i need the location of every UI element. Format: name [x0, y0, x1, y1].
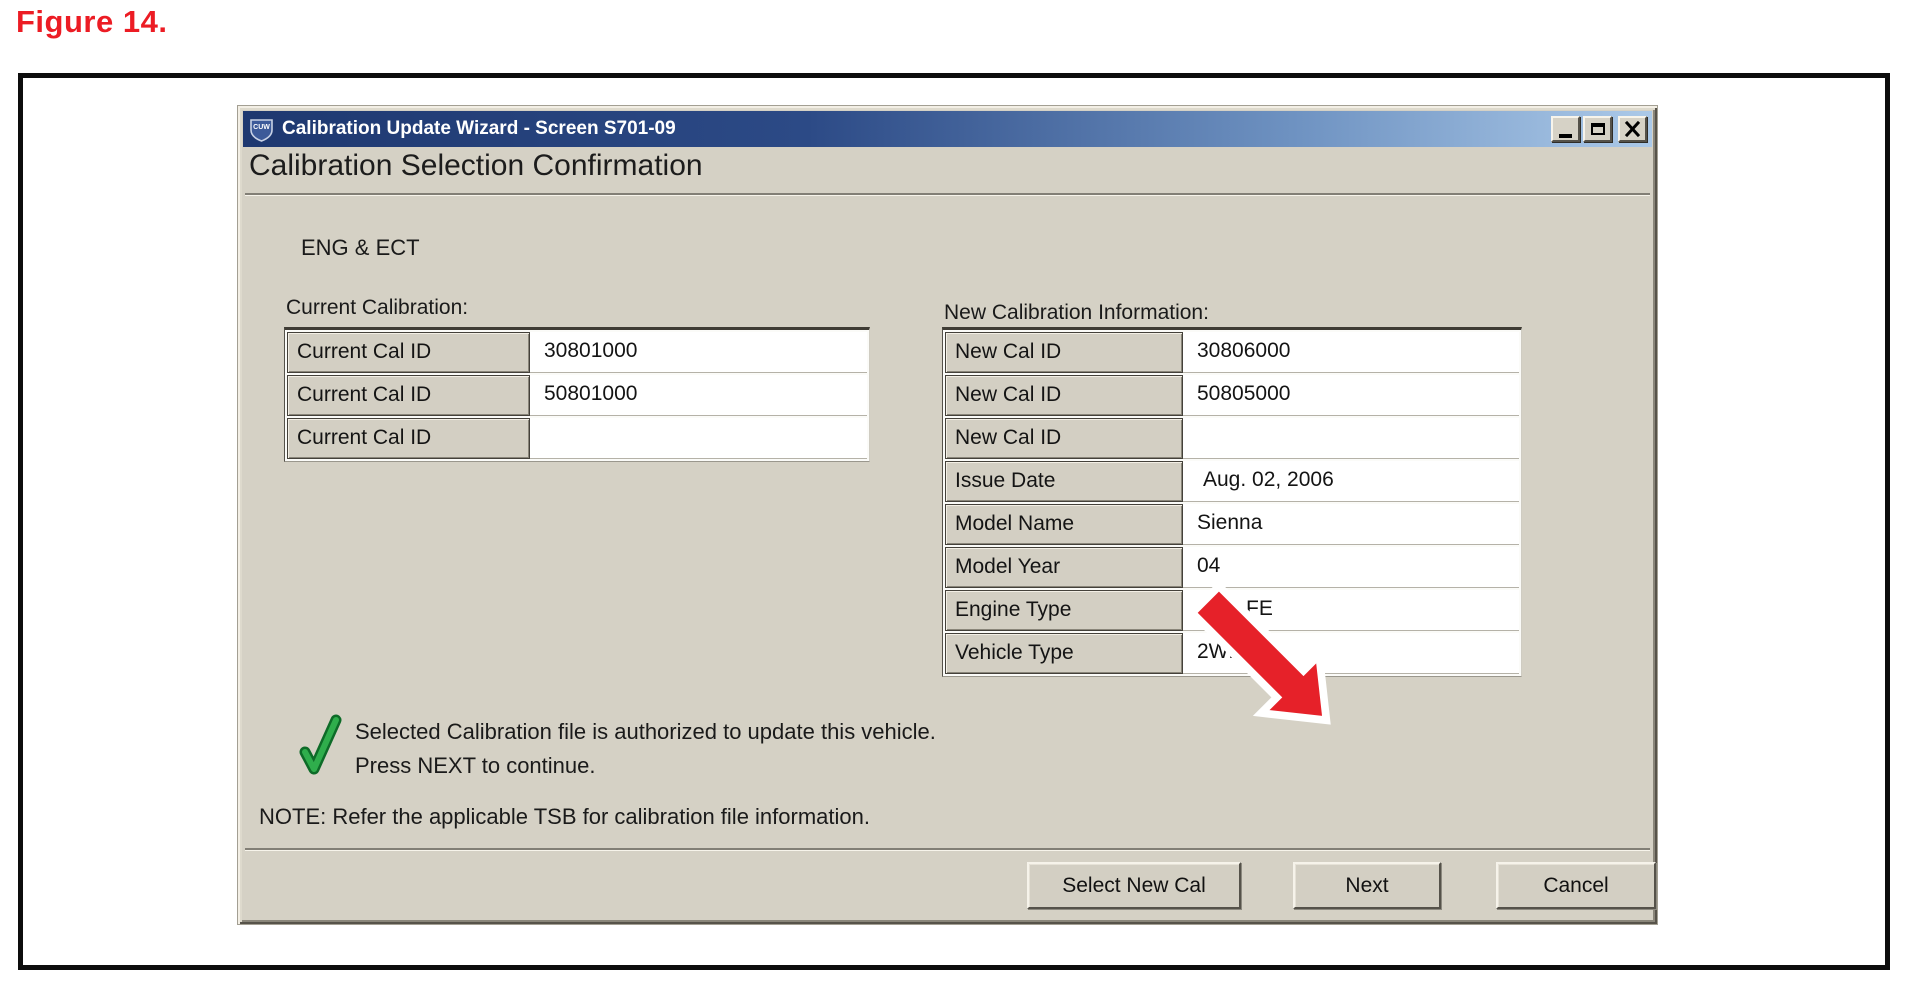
svg-text:CUW: CUW	[253, 124, 270, 131]
current-calibration-table: Current Cal ID 30801000 Current Cal ID 5…	[284, 327, 870, 462]
figure-border-frame: CUW Calibration Update Wizard - Screen S…	[18, 73, 1890, 970]
cuw-shield-icon: CUW	[248, 116, 275, 143]
row-label: Issue Date	[945, 461, 1183, 502]
window-titlebar[interactable]: CUW Calibration Update Wizard - Screen S…	[243, 111, 1652, 147]
row-label: Model Name	[945, 504, 1183, 545]
minimize-button[interactable]	[1551, 116, 1580, 142]
minimize-icon	[1559, 134, 1572, 138]
status-message: Selected Calibration file is authorized …	[355, 713, 936, 783]
table-row: Model Name Sienna	[945, 504, 1519, 545]
status-line-2: Press NEXT to continue.	[355, 749, 936, 783]
row-value: 50801000	[530, 375, 867, 416]
note-text: NOTE: Refer the applicable TSB for calib…	[259, 804, 870, 830]
calibration-update-wizard-window: CUW Calibration Update Wizard - Screen S…	[237, 105, 1658, 925]
new-calibration-label: New Calibration Information:	[944, 301, 1209, 325]
table-row: New Cal ID	[945, 418, 1519, 459]
table-row: Current Cal ID 50801000	[287, 375, 867, 416]
button-area-divider	[245, 848, 1650, 851]
row-label: Model Year	[945, 547, 1183, 588]
system-label: ENG & ECT	[301, 235, 420, 261]
row-label: New Cal ID	[945, 418, 1183, 459]
maximize-button[interactable]	[1583, 116, 1612, 142]
authorization-status: Selected Calibration file is authorized …	[298, 713, 936, 783]
checkmark-icon	[298, 713, 342, 777]
row-value	[530, 418, 867, 459]
row-value: 30806000	[1183, 332, 1519, 373]
row-label: Current Cal ID	[287, 375, 530, 416]
current-calibration-label: Current Calibration:	[286, 296, 468, 320]
window-title: Calibration Update Wizard - Screen S701-…	[282, 118, 1548, 140]
row-label: New Cal ID	[945, 332, 1183, 373]
row-value: Sienna	[1183, 504, 1519, 545]
row-label: Current Cal ID	[287, 332, 530, 373]
cancel-button[interactable]: Cancel	[1496, 862, 1656, 909]
next-button[interactable]: Next	[1293, 862, 1441, 909]
dialog-content: Calibration Selection Confirmation ENG &…	[243, 147, 1652, 919]
heading-divider	[245, 193, 1650, 196]
row-value: Aug. 02, 2006	[1183, 461, 1519, 502]
row-label: New Cal ID	[945, 375, 1183, 416]
row-value: 30801000	[530, 332, 867, 373]
table-row: New Cal ID 30806000	[945, 332, 1519, 373]
maximize-icon	[1591, 123, 1605, 135]
page-title: Calibration Selection Confirmation	[249, 149, 703, 183]
select-new-cal-button[interactable]: Select New Cal	[1027, 862, 1241, 909]
status-line-1: Selected Calibration file is authorized …	[355, 715, 936, 749]
table-row: Issue Date Aug. 02, 2006	[945, 461, 1519, 502]
table-row: Current Cal ID 30801000	[287, 332, 867, 373]
row-label: Current Cal ID	[287, 418, 530, 459]
close-button[interactable]	[1618, 116, 1647, 142]
close-icon	[1624, 121, 1641, 137]
figure-caption: Figure 14.	[16, 4, 167, 40]
row-label: Engine Type	[945, 590, 1183, 631]
red-arrow-icon	[1180, 582, 1338, 728]
row-value	[1183, 418, 1519, 459]
row-value: 50805000	[1183, 375, 1519, 416]
row-label: Vehicle Type	[945, 633, 1183, 674]
table-row: Current Cal ID	[287, 418, 867, 459]
table-row: New Cal ID 50805000	[945, 375, 1519, 416]
